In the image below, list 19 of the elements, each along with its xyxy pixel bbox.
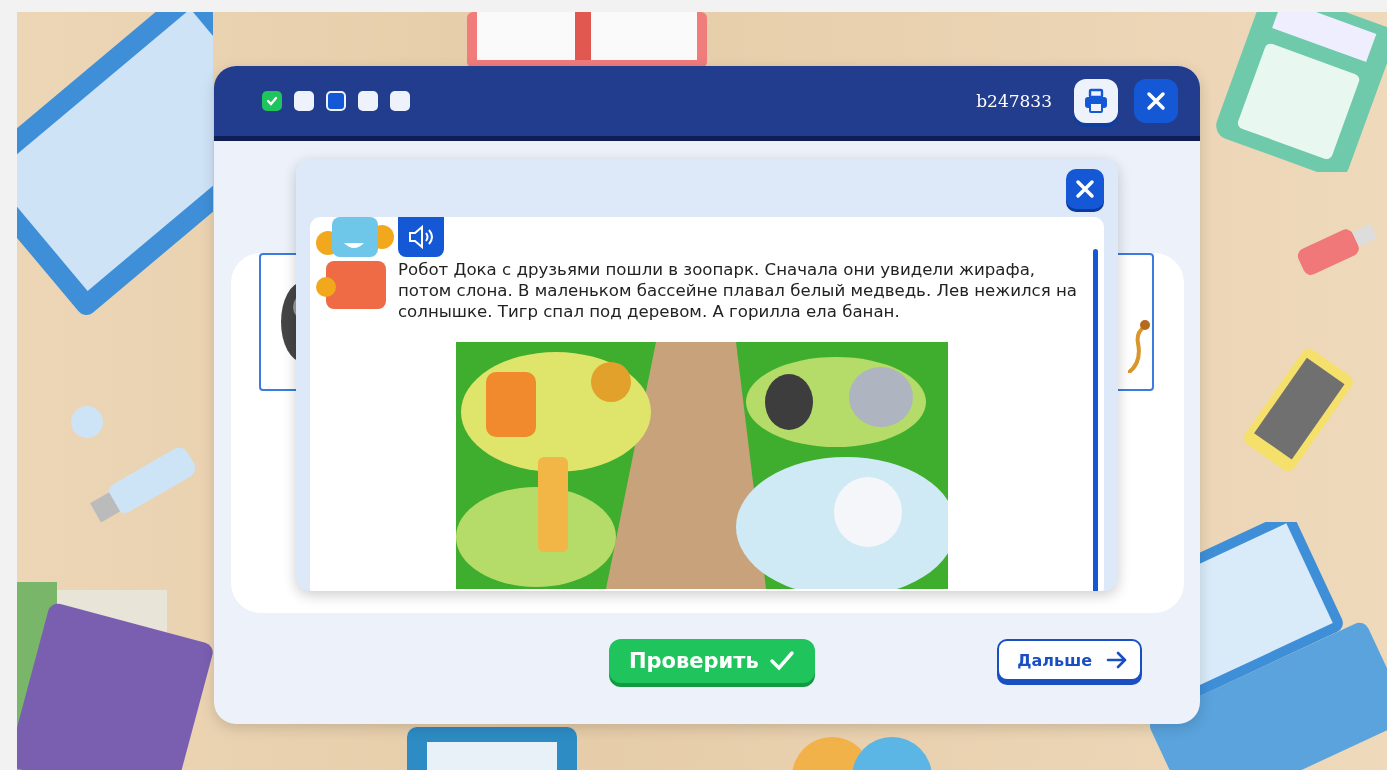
printer-icon — [1083, 88, 1109, 114]
check-icon — [768, 650, 795, 672]
progress-step[interactable] — [326, 91, 346, 111]
progress-step[interactable] — [390, 91, 410, 111]
story-text: Робот Дока с друзьями пошли в зоопарк. Сначала они увидели жирафа, потом слона. В маленьком бассейне плавал белый медведь. Лев нежился на солнышке. Тигр спал под деревом. А горилла ела банан. — [398, 259, 1078, 322]
close-icon — [1145, 90, 1167, 112]
speaker-icon — [407, 225, 435, 249]
scrollbar[interactable] — [1093, 249, 1098, 591]
progress-step[interactable] — [358, 91, 378, 111]
progress-step[interactable] — [294, 91, 314, 111]
speaker-button[interactable] — [398, 217, 444, 257]
task-id: b247833 — [976, 91, 1052, 111]
lion-tail-drawing — [1128, 319, 1150, 373]
check-icon — [266, 95, 278, 107]
close-button[interactable] — [1134, 79, 1178, 123]
close-icon — [1075, 179, 1095, 199]
progress-step[interactable] — [262, 91, 282, 111]
close-button[interactable] — [1066, 169, 1104, 209]
arrow-right-icon — [1106, 651, 1128, 669]
